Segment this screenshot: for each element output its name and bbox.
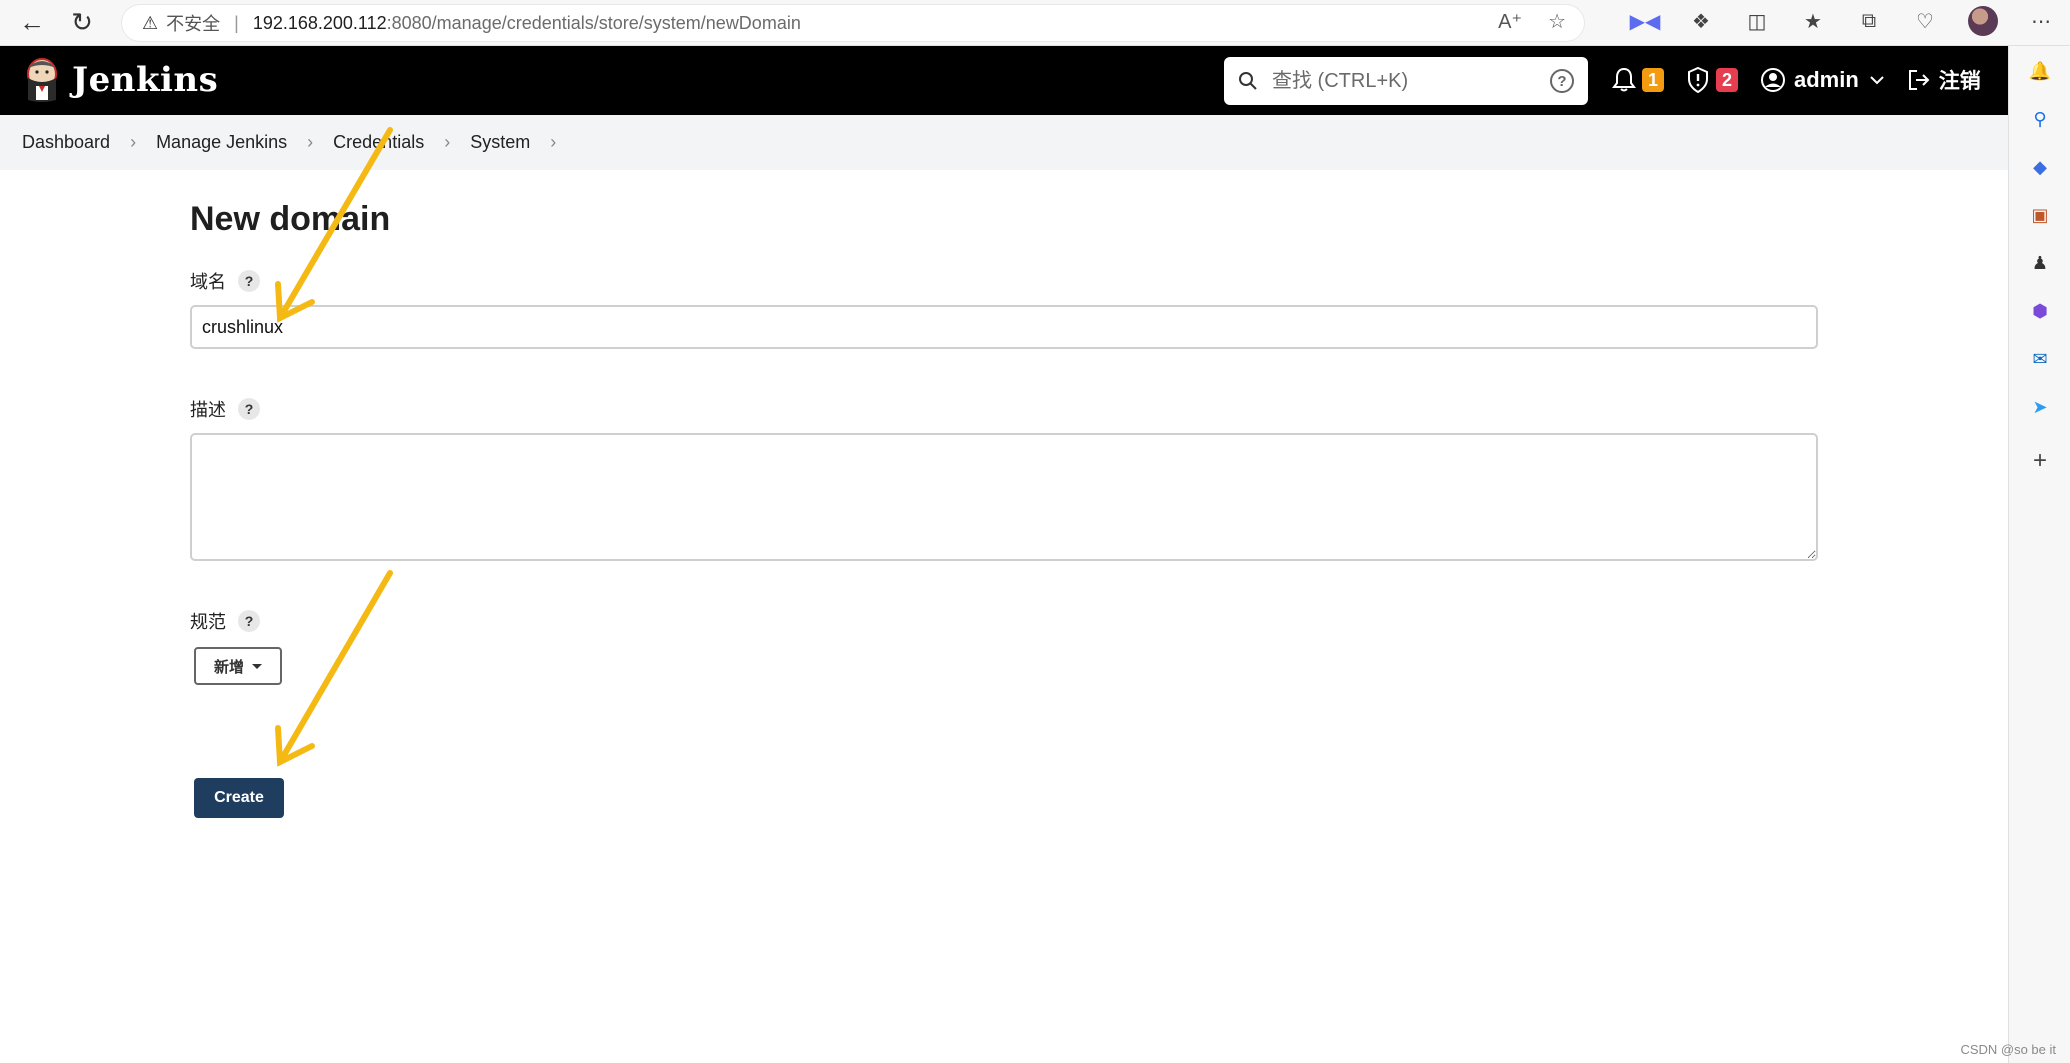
security-button[interactable]: 2 bbox=[1686, 66, 1738, 94]
specification-label: 规范 ? bbox=[190, 607, 1818, 635]
jenkins-brand[interactable]: Jenkins bbox=[72, 60, 218, 100]
shield-icon bbox=[1688, 66, 1708, 94]
domain-name-label-text: 域名 bbox=[190, 272, 226, 292]
address-separator: | bbox=[234, 12, 239, 33]
search-icon bbox=[1239, 72, 1257, 90]
security-label: 不安全 bbox=[166, 14, 221, 34]
chevron-down-icon bbox=[1870, 76, 1884, 85]
outlook-sidebar-icon[interactable]: ✉ bbox=[2027, 346, 2053, 372]
description-label-text: 描述 bbox=[190, 400, 226, 420]
logout-icon bbox=[1908, 70, 1930, 90]
search-box[interactable]: ? bbox=[1224, 57, 1588, 105]
domain-name-label: 域名 ? bbox=[190, 267, 1818, 295]
toolbox-sidebar-icon[interactable]: ▣ bbox=[2027, 202, 2053, 228]
add-specification-dropdown[interactable]: 新增 bbox=[194, 647, 283, 685]
jenkins-logo-icon[interactable] bbox=[22, 56, 62, 104]
breadcrumb-credentials[interactable]: Credentials bbox=[333, 132, 424, 153]
send-sidebar-icon[interactable]: ➤ bbox=[2027, 394, 2053, 420]
notifications-button[interactable]: 1 bbox=[1612, 67, 1664, 93]
breadcrumb-manage-jenkins[interactable]: Manage Jenkins bbox=[156, 132, 287, 153]
main-content: New domain 域名 ? 描述 ? 规范 ? 新增 Create bbox=[190, 200, 1818, 818]
page-title: New domain bbox=[190, 200, 391, 238]
user-menu[interactable]: admin bbox=[1760, 67, 1885, 93]
favorites-icon[interactable]: ★ bbox=[1800, 6, 1826, 36]
favorite-star-icon[interactable]: ☆ bbox=[1548, 9, 1566, 34]
breadcrumb-system[interactable]: System bbox=[470, 132, 530, 153]
read-aloud-icon[interactable]: A⁺ bbox=[1498, 9, 1522, 34]
watermark: CSDN @so be it bbox=[1960, 1042, 2056, 1057]
logout-label: 注销 bbox=[1938, 70, 1981, 93]
security-badge: 2 bbox=[1716, 68, 1738, 92]
more-menu-icon[interactable]: ⋯ bbox=[2028, 6, 2054, 36]
split-screen-icon[interactable]: ◫ bbox=[1744, 6, 1770, 36]
office-sidebar-icon[interactable]: ⬢ bbox=[2027, 298, 2053, 324]
bell-icon bbox=[1612, 67, 1636, 92]
tag-sidebar-icon[interactable]: ◆ bbox=[2027, 154, 2053, 180]
games-sidebar-icon[interactable]: ♟ bbox=[2027, 250, 2053, 276]
chevron-right-icon[interactable]: › bbox=[307, 132, 313, 153]
breadcrumb: Dashboard › Manage Jenkins › Credentials… bbox=[0, 115, 2008, 170]
create-button[interactable]: Create bbox=[194, 778, 284, 818]
browser-edge-sidebar: 🔔 ⚲ ◆ ▣ ♟ ⬢ ✉ ➤ + bbox=[2008, 46, 2070, 1063]
add-sidebar-icon[interactable]: + bbox=[2027, 447, 2053, 474]
url-path: :8080/manage/credentials/store/system/ne… bbox=[386, 12, 801, 33]
description-label: 描述 ? bbox=[190, 395, 1818, 423]
help-icon[interactable]: ? bbox=[238, 610, 260, 632]
chevron-right-icon[interactable]: › bbox=[130, 132, 136, 153]
domain-name-input[interactable] bbox=[190, 305, 1818, 349]
help-icon[interactable]: ? bbox=[238, 270, 260, 292]
chevron-right-icon[interactable]: › bbox=[550, 132, 556, 153]
browser-toolbar: ← ↻ ⚠ 不安全 | 192.168.200.112 :8080/manage… bbox=[0, 0, 2070, 46]
add-specification-label: 新增 bbox=[214, 658, 245, 676]
bell-sidebar-icon[interactable]: 🔔 bbox=[2027, 58, 2053, 84]
jenkins-header: Jenkins ? 1 2 bbox=[0, 46, 2008, 115]
specification-label-text: 规范 bbox=[190, 612, 226, 632]
description-textarea[interactable] bbox=[190, 433, 1818, 561]
search-help-icon[interactable]: ? bbox=[1550, 69, 1574, 93]
health-icon[interactable]: ♡ bbox=[1912, 6, 1938, 36]
collections-icon[interactable]: ⧉ bbox=[1856, 6, 1882, 36]
back-icon[interactable]: ← bbox=[12, 3, 52, 43]
search-input[interactable] bbox=[1272, 69, 1542, 93]
refresh-icon[interactable]: ↻ bbox=[62, 3, 102, 43]
user-name: admin bbox=[1794, 67, 1859, 92]
extensions-icon[interactable]: ❖ bbox=[1688, 6, 1714, 36]
chevron-right-icon[interactable]: › bbox=[444, 132, 450, 153]
logout-button[interactable]: 注销 bbox=[1907, 65, 1981, 95]
search-sidebar-icon[interactable]: ⚲ bbox=[2027, 106, 2053, 132]
profile-avatar[interactable] bbox=[1968, 6, 1998, 36]
warning-icon: ⚠ bbox=[142, 12, 159, 33]
notifications-badge: 1 bbox=[1642, 68, 1664, 92]
bowtie-extension-icon[interactable]: ▶◀ bbox=[1630, 6, 1661, 36]
breadcrumb-dashboard[interactable]: Dashboard bbox=[22, 132, 110, 153]
help-icon[interactable]: ? bbox=[238, 398, 260, 420]
address-bar[interactable]: ⚠ 不安全 | 192.168.200.112 :8080/manage/cre… bbox=[122, 5, 1584, 41]
url-host: 192.168.200.112 bbox=[252, 12, 387, 33]
user-circle-icon bbox=[1761, 68, 1785, 92]
caret-down-icon bbox=[252, 663, 263, 669]
